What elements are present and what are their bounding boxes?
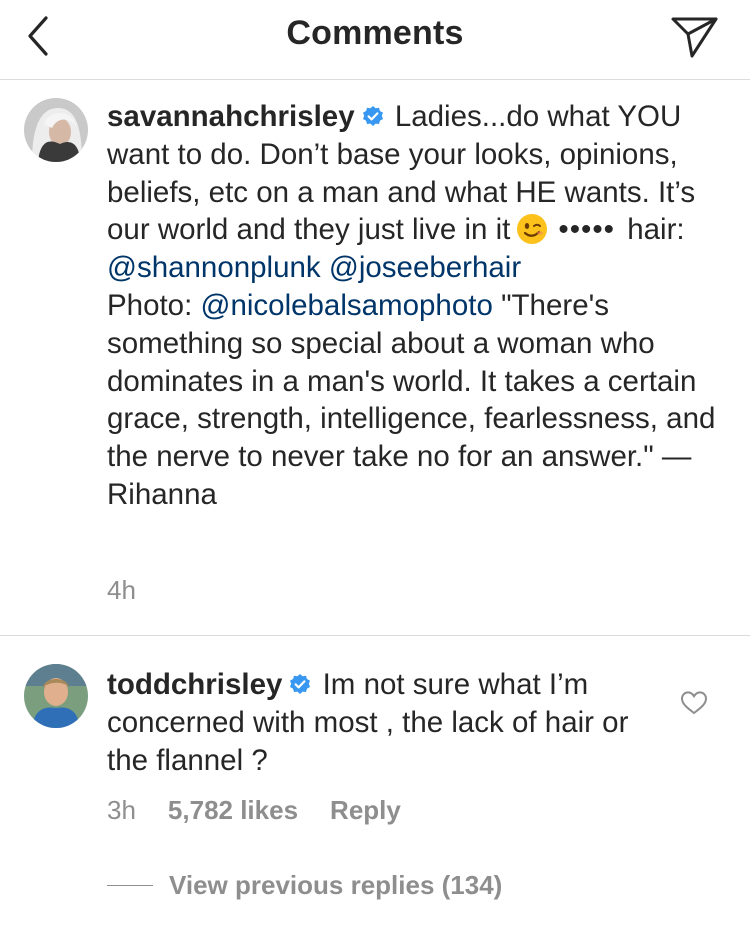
mention-link[interactable]: @joseeberhair [329,251,521,284]
caption-text-3: Photo: [107,288,193,322]
caption-timestamp: 4h [107,575,136,605]
view-replies-label: View previous replies (134) [169,870,503,900]
paper-plane-icon [671,17,718,58]
comment-username[interactable]: toddchrisley [107,668,282,701]
replies-line [107,885,153,886]
like-button[interactable] [680,690,708,716]
caption-text-2: hair: [627,213,685,247]
comment-timestamp: 3h [107,795,136,825]
top-bar: Comments [0,0,750,80]
page-title: Comments [286,14,464,52]
caption-text: savannahchrisley Ladies...do what YOU wa… [107,98,727,514]
likes-count[interactable]: 5,782 likes [168,795,298,826]
reply-button[interactable]: Reply [330,795,401,826]
mention-link[interactable]: @shannonplunk [107,251,321,284]
heart-icon [680,691,708,715]
winking-face-icon [517,214,548,245]
avatar[interactable] [24,664,88,728]
mention-link[interactable]: @nicolebalsamophoto [201,289,493,322]
caption-username[interactable]: savannahchrisley [107,100,355,133]
verified-badge-icon [362,106,383,126]
avatar[interactable] [24,98,88,162]
verified-badge-icon [290,674,311,694]
share-button[interactable] [670,12,720,62]
comment-text: toddchrisley Im not sure what I’m concer… [107,666,667,779]
dots-separator: ••••• [558,213,616,247]
caption-text-4: "There's something so special about a wo… [107,288,716,511]
comment-meta: 3h 5,782 likes Reply [107,795,401,826]
divider [0,635,750,636]
view-replies-button[interactable]: View previous replies (134) [107,870,502,902]
